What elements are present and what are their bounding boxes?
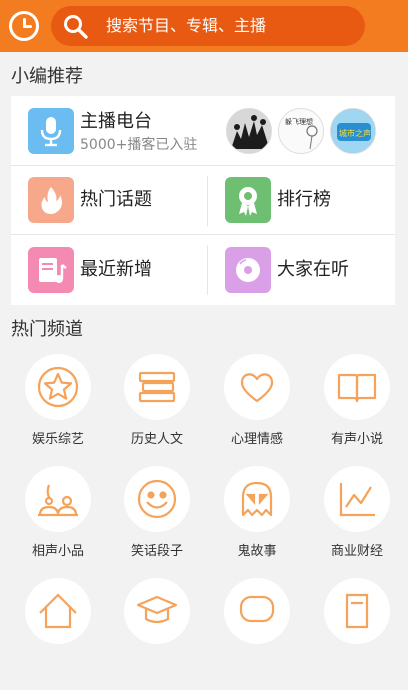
avatar-text: 躲飞理想 <box>285 117 313 126</box>
flame-icon <box>28 177 74 223</box>
anchor-radio-label: 主播电台 <box>80 111 152 132</box>
smiley-icon <box>124 466 190 532</box>
speech-bubble-icon <box>224 578 290 644</box>
channel-label: 历史人文 <box>130 432 183 447</box>
channel-label: 商业财经 <box>330 544 383 559</box>
channel-item[interactable]: 历史人文 <box>107 354 207 466</box>
channel-item[interactable]: 鬼故事 <box>207 466 307 578</box>
channel-item[interactable]: 心理情感 <box>207 354 307 466</box>
channel-label: 笑话段子 <box>130 544 183 559</box>
recommend-row-2: 热门话题 排行榜 <box>11 166 395 235</box>
search-bar[interactable]: 搜索节目、专辑、主播 <box>51 6 365 46</box>
graduation-cap-icon <box>124 578 190 644</box>
disc-icon <box>225 247 271 293</box>
channel-item[interactable]: 相声小品 <box>8 466 108 578</box>
channel-item[interactable] <box>207 578 307 690</box>
document-icon <box>324 578 390 644</box>
ghost-icon <box>224 466 290 532</box>
divider <box>207 245 208 295</box>
music-list-icon <box>28 247 74 293</box>
recommend-panel: 主播电台 5000+播客已入驻 躲飞理想 城市之声 热门话题 排行榜 最近新增 … <box>11 96 395 305</box>
hot-topics-label: 热门话题 <box>80 189 152 210</box>
heart-icon <box>224 354 290 420</box>
history-clock-icon[interactable] <box>9 11 39 41</box>
search-icon <box>64 15 88 39</box>
section-title-recommend: 小编推荐 <box>11 66 83 87</box>
avatar[interactable]: 城市之声 <box>330 108 376 154</box>
avatar[interactable]: 躲飞理想 <box>278 108 324 154</box>
anchor-radio-row[interactable]: 主播电台 5000+播客已入驻 躲飞理想 城市之声 <box>11 96 395 166</box>
channel-item[interactable] <box>8 578 108 690</box>
microphone-icon <box>28 108 74 154</box>
medal-icon <box>225 177 271 223</box>
avatar-text: 城市之声 <box>339 128 371 138</box>
channel-label: 娱乐综艺 <box>31 432 84 447</box>
channel-item[interactable]: 商业财经 <box>307 466 407 578</box>
channel-item[interactable] <box>307 578 407 690</box>
chart-icon <box>324 466 390 532</box>
open-book-icon <box>324 354 390 420</box>
recommend-row-3: 最近新增 大家在听 <box>11 235 395 305</box>
channel-item[interactable]: 娱乐综艺 <box>8 354 108 466</box>
house-icon <box>25 578 91 644</box>
channel-label: 有声小说 <box>330 432 383 447</box>
ranking-label: 排行榜 <box>277 189 331 210</box>
search-placeholder: 搜索节目、专辑、主播 <box>106 16 267 35</box>
channel-label: 心理情感 <box>230 432 283 447</box>
section-title-channels: 热门频道 <box>11 319 83 340</box>
star-icon <box>25 354 91 420</box>
recently-added-label: 最近新增 <box>80 259 152 280</box>
books-icon <box>124 354 190 420</box>
performers-icon <box>25 466 91 532</box>
divider <box>207 176 208 226</box>
channel-label: 相声小品 <box>31 544 84 559</box>
everyone-listening-label: 大家在听 <box>277 259 349 280</box>
channel-item[interactable]: 有声小说 <box>307 354 407 466</box>
channel-label: 鬼故事 <box>237 544 277 559</box>
avatar[interactable] <box>226 108 272 154</box>
channel-item[interactable] <box>107 578 207 690</box>
channel-item[interactable]: 笑话段子 <box>107 466 207 578</box>
top-bar: 搜索节目、专辑、主播 <box>0 0 408 52</box>
anchor-radio-subtitle: 5000+播客已入驻 <box>80 137 198 153</box>
